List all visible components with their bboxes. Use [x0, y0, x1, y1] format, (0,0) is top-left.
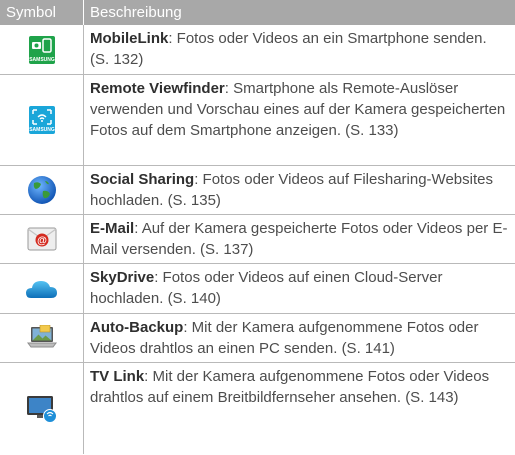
globe-icon	[0, 166, 84, 214]
header-description: Beschreibung	[90, 4, 182, 21]
table-header: Symbol Beschreibung	[0, 0, 515, 25]
row-title: Social Sharing	[90, 171, 195, 188]
laptop-backup-icon	[0, 314, 84, 362]
row-description: MobileLink: Fotos oder Videos an ein Sma…	[84, 25, 515, 74]
header-symbol: Symbol	[0, 0, 84, 25]
row-title: Remote Viewfinder	[90, 80, 225, 97]
row-description: Remote Viewfinder: Smartphone als Remote…	[84, 75, 515, 165]
cloud-icon	[0, 264, 84, 313]
table-row: TV Link: Mit der Kamera aufgenommene Fot…	[0, 363, 515, 454]
row-description: Social Sharing: Fotos oder Videos auf Fi…	[84, 166, 515, 214]
svg-text:SAMSUNG: SAMSUNG	[29, 127, 55, 133]
table-row: @ E-Mail: Auf der Kamera gespeicherte Fo…	[0, 215, 515, 264]
mobilelink-samsung-icon: SAMSUNG	[0, 25, 84, 74]
row-description: Auto-Backup: Mit der Kamera aufgenommene…	[84, 314, 515, 362]
svg-text:@: @	[37, 236, 47, 247]
row-description: E-Mail: Auf der Kamera gespeicherte Foto…	[84, 215, 515, 263]
row-title: Auto-Backup	[90, 319, 184, 336]
row-description: SkyDrive: Fotos oder Videos auf einen Cl…	[84, 264, 515, 313]
row-description: TV Link: Mit der Kamera aufgenommene Fot…	[84, 363, 515, 454]
symbol-table: Symbol Beschreibung SAMSUNG MobileLink: …	[0, 0, 515, 454]
row-text: : Auf der Kamera gespeicherte Fotos oder…	[90, 220, 508, 258]
row-title: MobileLink	[90, 30, 169, 47]
table-row: SAMSUNG MobileLink: Fotos oder Videos an…	[0, 25, 515, 75]
email-icon: @	[0, 215, 84, 263]
table-row: SkyDrive: Fotos oder Videos auf einen Cl…	[0, 264, 515, 314]
tv-link-icon	[0, 363, 84, 454]
remote-viewfinder-samsung-icon: SAMSUNG	[0, 75, 84, 165]
row-title: E-Mail	[90, 220, 135, 237]
row-text: : Mit der Kamera aufgenommene Fotos oder…	[90, 368, 490, 406]
table-row: Social Sharing: Fotos oder Videos auf Fi…	[0, 166, 515, 215]
row-title: SkyDrive	[90, 269, 155, 286]
table-row: SAMSUNG Remote Viewfinder: Smartphone al…	[0, 75, 515, 166]
row-title: TV Link	[90, 368, 145, 385]
svg-text:SAMSUNG: SAMSUNG	[29, 57, 55, 63]
table-row: Auto-Backup: Mit der Kamera aufgenommene…	[0, 314, 515, 363]
